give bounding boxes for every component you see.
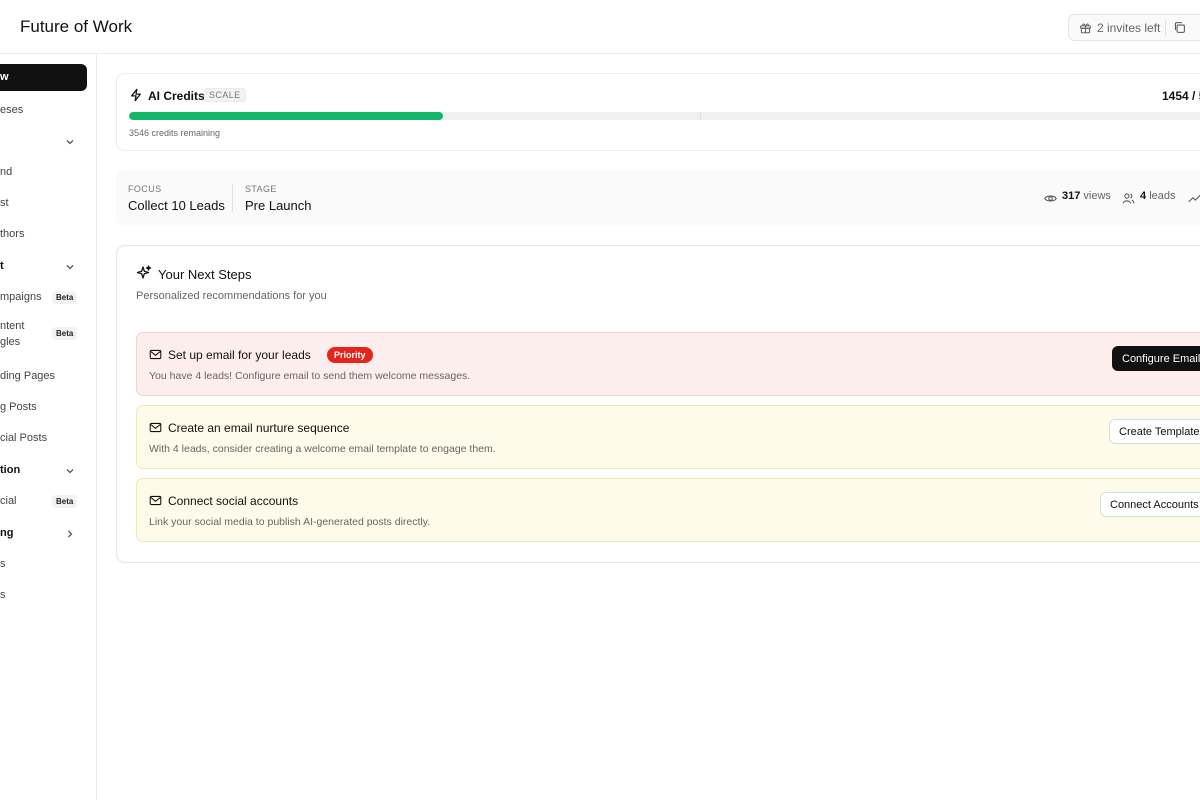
credits-remaining: 3546 credits remaining <box>129 128 221 138</box>
credits-count: 1454 / 5 <box>1162 89 1200 103</box>
plan-badge: SCALE <box>204 88 246 102</box>
sidebar-item-7[interactable]: mpaigns Beta <box>0 287 96 309</box>
leads-label: leads <box>1149 190 1176 202</box>
sidebar-item-5[interactable]: thors <box>0 224 96 246</box>
copy-icon[interactable] <box>1173 21 1186 34</box>
sidebar-item-label: thors <box>0 228 25 240</box>
sidebar-item-8[interactable]: ntent gles Beta <box>0 318 96 352</box>
focus-stage-panel: FOCUS Collect 10 Leads STAGE Pre Launch … <box>116 170 1200 226</box>
chevron-right-icon[interactable] <box>64 528 76 540</box>
sidebar-item-label: st <box>0 197 9 209</box>
chevron-down-icon[interactable] <box>64 465 76 477</box>
lightning-icon <box>131 88 141 102</box>
sidebar-item-label: g Posts <box>0 401 37 413</box>
trending-up-icon <box>1188 194 1200 203</box>
sparkles-icon <box>136 265 152 279</box>
sidebar-item-label: cial <box>0 495 17 507</box>
step-description: With 4 leads, consider creating a welcom… <box>149 443 496 455</box>
step-description: You have 4 leads! Configure email to sen… <box>149 370 471 382</box>
step-connect-social: Connect social accounts Link your social… <box>136 478 1200 542</box>
stage-value: Pre Launch <box>245 198 312 213</box>
mail-icon <box>149 422 162 433</box>
beta-badge: Beta <box>52 291 78 304</box>
sidebar-item-label: ding Pages <box>0 370 56 382</box>
sidebar-item-9[interactable]: ding Pages <box>0 366 96 388</box>
eye-icon <box>1044 195 1057 202</box>
views-stat: 317 views <box>1062 190 1111 202</box>
app-title: Future of Work <box>20 17 133 36</box>
create-template-button[interactable]: Create Template <box>1109 419 1200 444</box>
step-title: Create an email nurture sequence <box>168 421 350 435</box>
credits-progress-bar <box>129 112 1200 120</box>
sidebar-item-label: s <box>0 558 6 570</box>
sidebar-item-0[interactable]: w <box>0 64 87 91</box>
chevron-down-icon[interactable] <box>64 261 76 273</box>
invites-label: 2 invites left <box>1097 21 1161 35</box>
sidebar-section-14[interactable]: ng <box>0 523 96 545</box>
sidebar-item-label: ng <box>0 527 14 539</box>
mail-icon <box>149 495 162 506</box>
beta-badge: Beta <box>52 495 78 508</box>
views-label: views <box>1083 190 1111 202</box>
progress-midpoint <box>700 112 701 120</box>
users-icon <box>1122 193 1135 204</box>
gift-icon <box>1080 23 1091 34</box>
beta-badge: Beta <box>52 327 78 340</box>
leads-count: 4 <box>1140 190 1147 202</box>
step-title: Connect social accounts <box>168 494 299 508</box>
sidebar-item-label: s <box>0 589 6 601</box>
views-count: 317 <box>1062 190 1081 202</box>
focus-label: FOCUS <box>128 184 162 194</box>
next-steps-title: Your Next Steps <box>158 267 252 282</box>
sidebar-item-11[interactable]: cial Posts <box>0 428 96 450</box>
invites-button[interactable]: 2 invites left <box>1068 14 1200 41</box>
sidebar-section-6[interactable]: t <box>0 256 96 278</box>
sidebar-item-label: t <box>0 260 4 272</box>
priority-badge: Priority <box>327 347 373 363</box>
sidebar-item-4[interactable]: st <box>0 193 96 215</box>
configure-email-button[interactable]: Configure Email <box>1112 346 1200 371</box>
sidebar-item-15[interactable]: s <box>0 554 96 576</box>
stage-label: STAGE <box>245 184 277 194</box>
invites-divider <box>1165 19 1166 37</box>
sidebar-item-13[interactable]: cial Beta <box>0 491 96 513</box>
sidebar-item-label: ntent gles <box>0 320 25 348</box>
credits-title: AI Credits <box>148 89 205 103</box>
mail-icon <box>149 349 162 360</box>
step-setup-email: Set up email for your leads Priority You… <box>136 332 1200 396</box>
sidebar-item-label: tion <box>0 464 21 476</box>
meta-divider <box>232 184 233 212</box>
focus-value: Collect 10 Leads <box>128 198 225 213</box>
connect-accounts-button[interactable]: Connect Accounts <box>1100 492 1200 517</box>
credits-progress-fill <box>129 112 444 120</box>
sidebar-nav: w eses nd st thors t mpaigns Beta ntent gles Beta… <box>0 54 97 800</box>
sidebar-item-1[interactable]: eses <box>0 100 96 122</box>
top-header: Future of Work 2 invites left <box>0 0 1200 54</box>
sidebar-item-10[interactable]: g Posts <box>0 397 96 419</box>
sidebar-item-label: mpaigns <box>0 291 42 303</box>
sidebar-section-2[interactable] <box>0 131 96 153</box>
step-email-nurture: Create an email nurture sequence With 4 … <box>136 405 1200 469</box>
sidebar-item-3[interactable]: nd <box>0 162 96 184</box>
ai-credits-card: AI Credits SCALE 1454 / 5 3546 credits r… <box>116 73 1200 151</box>
step-description: Link your social media to publish AI-gen… <box>149 516 431 528</box>
next-steps-subtitle: Personalized recommendations for you <box>136 290 327 302</box>
step-title: Set up email for your leads <box>168 348 311 362</box>
sidebar-item-16[interactable]: s <box>0 585 96 607</box>
leads-stat: 4 leads <box>1140 190 1175 202</box>
chevron-down-icon[interactable] <box>64 136 76 148</box>
sidebar-item-label: cial Posts <box>0 432 48 444</box>
sidebar-item-label: nd <box>0 166 13 178</box>
sidebar-section-12[interactable]: tion <box>0 460 96 482</box>
sidebar-item-label: w <box>0 71 9 83</box>
next-steps-card: Your Next Steps Personalized recommendat… <box>116 245 1200 563</box>
sidebar-item-label: eses <box>0 104 24 116</box>
